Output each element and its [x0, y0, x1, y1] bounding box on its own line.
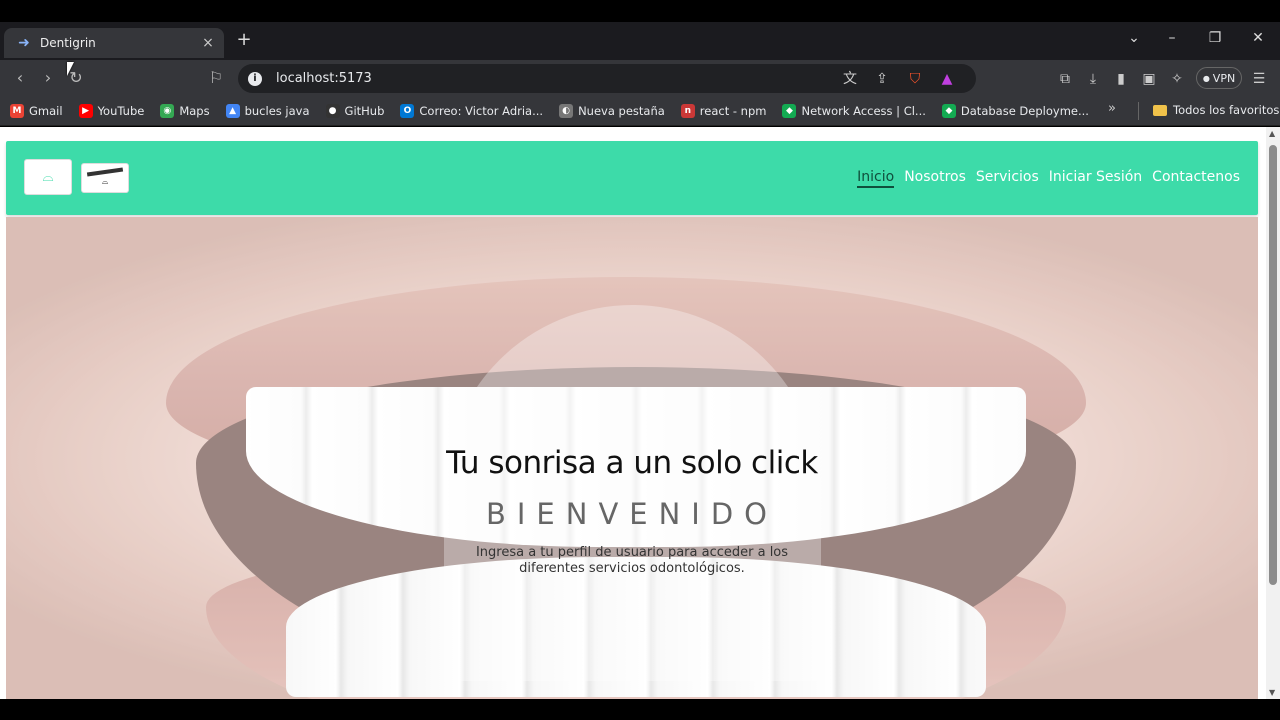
hero-subtitle: BIENVENIDO	[485, 497, 779, 531]
brave-rewards-icon[interactable]: ▲	[938, 70, 956, 88]
bookmark-favicon-icon: ◆	[782, 103, 797, 118]
bookmark-label: Nueva pestaña	[578, 103, 665, 118]
tab-title: Dentigrin	[40, 36, 96, 50]
address-text: localhost:5173	[276, 71, 372, 86]
toothbrush-icon	[86, 167, 124, 177]
bookmark-favicon-icon: ▶	[78, 103, 93, 118]
scroll-up-icon[interactable]: ▲	[1269, 129, 1275, 138]
forward-icon[interactable]: ›	[38, 68, 58, 88]
vpn-label: VPN	[1212, 71, 1236, 85]
bookmark-favicon-icon: ◉	[160, 103, 175, 118]
vpn-button[interactable]: ● VPN	[1196, 67, 1242, 89]
bookmark-label: Gmail	[29, 103, 63, 118]
scroll-down-icon[interactable]: ▼	[1269, 688, 1275, 697]
nav-link-nosotros[interactable]: Nosotros	[904, 169, 966, 188]
bookmark-item[interactable]: ◐ Nueva pestaña	[559, 103, 665, 118]
dentigrin-logo[interactable]: ⌓	[24, 159, 72, 195]
site-navbar: ⌓ ⌓ Inicio Nosotros Servicios Iniciar Se…	[6, 141, 1258, 215]
site-info-icon[interactable]: i	[248, 71, 262, 86]
back-icon[interactable]: ‹	[10, 68, 30, 88]
vpn-status-icon: ●	[1202, 73, 1210, 83]
minimize-icon[interactable]: –	[1162, 30, 1182, 46]
bookmark-label: Network Access | Cl...	[801, 103, 926, 118]
menu-icon[interactable]: ☰	[1250, 70, 1268, 88]
new-tab-button[interactable]: +	[234, 28, 254, 52]
all-favorites-label: Todos los favoritos	[1173, 103, 1280, 117]
bookmark-favicon-icon: ◐	[559, 103, 574, 118]
extensions-icon[interactable]: ⧉	[1056, 70, 1074, 88]
browser-tab[interactable]: ➜ Dentigrin ×	[4, 28, 224, 58]
dental-smile-logo[interactable]: ⌓	[81, 163, 129, 193]
bookmarks-bar: M Gmail ▶ YouTube ◉ Maps ▲ bucles java ● GitHub O C…	[0, 96, 1280, 126]
leo-ai-icon[interactable]: ✧	[1168, 70, 1186, 88]
address-bar[interactable]: i localhost:5173	[238, 64, 976, 93]
wallet-icon[interactable]: ▣	[1140, 70, 1158, 88]
bookmark-item[interactable]: n react - npm	[680, 103, 767, 118]
bookmarks-divider	[1138, 102, 1139, 120]
bookmark-favicon-icon: ●	[325, 103, 340, 118]
bookmark-favicon-icon: ▲	[225, 103, 240, 118]
bookmark-item[interactable]: M Gmail	[10, 103, 63, 118]
nav-link-inicio[interactable]: Inicio	[857, 169, 895, 188]
scroll-thumb[interactable]	[1269, 145, 1277, 585]
nav-link-iniciar-sesion[interactable]: Iniciar Sesión	[1049, 169, 1142, 188]
tab-search-icon[interactable]: ⌄	[1124, 30, 1144, 46]
sidebar-icon[interactable]: ▮	[1112, 70, 1130, 88]
bookmark-label: react - npm	[699, 103, 767, 118]
web-page: ⌓ ⌓ Inicio Nosotros Servicios Iniciar Se…	[0, 127, 1266, 699]
translate-icon[interactable]: 文	[841, 70, 859, 88]
hero-card	[444, 305, 821, 681]
bookmark-label: Database Deployme...	[960, 103, 1089, 118]
tab-close-icon[interactable]: ×	[200, 35, 216, 51]
nav-link-contactenos[interactable]: Contactenos	[1152, 169, 1240, 188]
bookmark-label: Maps	[179, 103, 210, 118]
tooth-icon: ⌓	[42, 169, 54, 185]
bookmark-label: GitHub	[344, 103, 385, 118]
mouse-cursor-icon	[67, 62, 74, 76]
folder-icon	[1153, 104, 1167, 116]
bookmark-item[interactable]: ◆ Network Access | Cl...	[782, 103, 926, 118]
all-favorites-folder[interactable]: Todos los favoritos	[1153, 103, 1279, 117]
bookmarks-overflow-icon[interactable]: »	[1108, 101, 1116, 116]
bookmark-favicon-icon: n	[680, 103, 695, 118]
share-icon[interactable]: ⇪	[873, 70, 891, 88]
downloads-icon[interactable]: ⤓	[1084, 70, 1102, 88]
bottom-bar	[0, 699, 1280, 720]
bookmark-item[interactable]: ◆ Database Deployme...	[941, 103, 1089, 118]
hero-description: Ingresa a tu perfil de usuario para acce…	[475, 545, 789, 576]
page-scrollbar[interactable]: ▲ ▼	[1266, 127, 1280, 699]
bookmark-label: YouTube	[97, 103, 145, 118]
restore-icon[interactable]: ❐	[1205, 30, 1225, 46]
bookmark-label: Correo: Victor Adria...	[419, 103, 544, 118]
close-window-icon[interactable]: ✕	[1248, 30, 1268, 46]
bookmark-favicon-icon: ◆	[941, 103, 956, 118]
brave-shields-icon[interactable]: ⛉	[906, 70, 924, 88]
bookmark-label: bucles java	[244, 103, 310, 118]
tab-favicon-icon: ➜	[18, 35, 30, 51]
bookmark-item[interactable]: O Correo: Victor Adria...	[400, 103, 544, 118]
tab-strip: ➜ Dentigrin ×	[0, 22, 1280, 60]
bookmark-favicon-icon: M	[10, 103, 24, 118]
bookmark-item[interactable]: ▲ bucles java	[225, 103, 310, 118]
top-bar	[0, 0, 1280, 22]
bookmark-item[interactable]: ◉ Maps	[160, 103, 210, 118]
hero-section: Tu sonrisa a un solo click BIENVENIDO In…	[6, 217, 1258, 699]
bookmark-item[interactable]: ▶ YouTube	[78, 103, 145, 118]
hero-title: Tu sonrisa a un solo click	[446, 445, 818, 481]
nav-link-servicios[interactable]: Servicios	[976, 169, 1039, 188]
bookmark-favicon-icon: O	[400, 103, 415, 118]
bookmark-item[interactable]: ● GitHub	[325, 103, 385, 118]
site-nav: Inicio Nosotros Servicios Iniciar Sesión…	[857, 169, 1240, 188]
tooth-outline-icon: ⌓	[101, 177, 109, 186]
bookmark-page-icon[interactable]: ⚐	[206, 68, 226, 88]
